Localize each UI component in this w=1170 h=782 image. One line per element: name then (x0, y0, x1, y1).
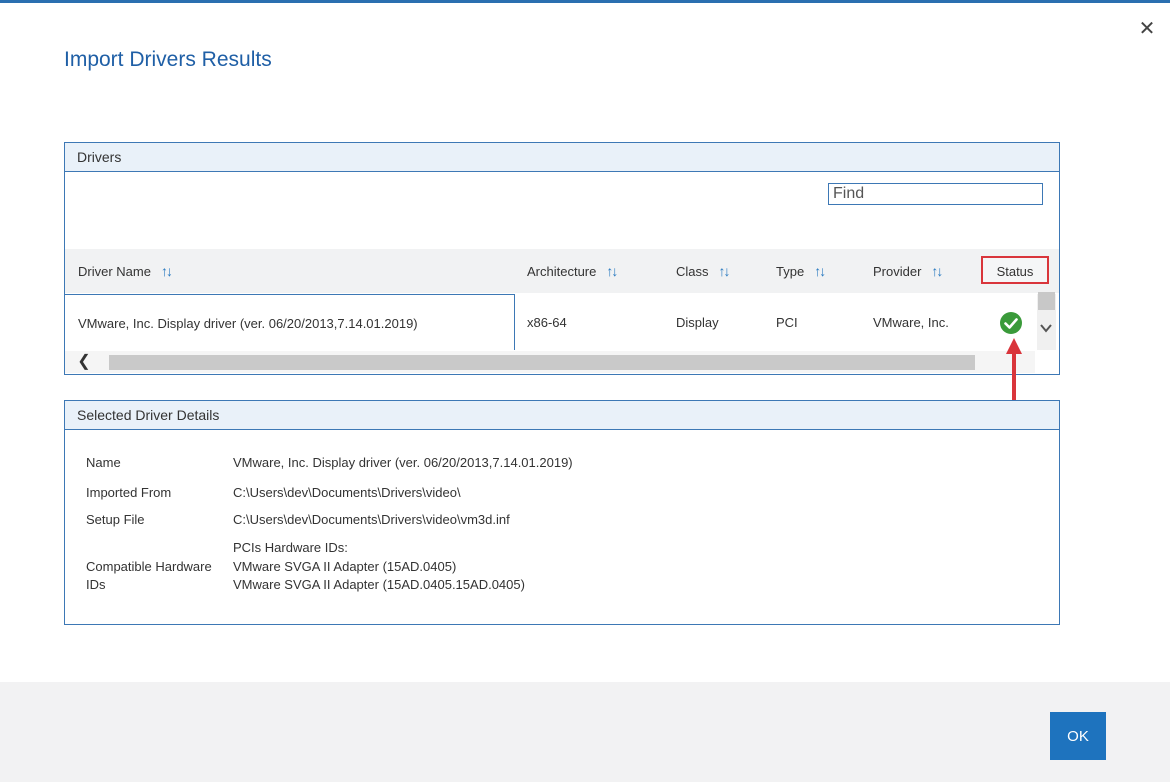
check-circle-icon (1000, 312, 1022, 334)
detail-value: VMware SVGA II Adapter (15AD.0405.15AD.0… (233, 577, 525, 592)
top-accent-bar (0, 0, 1170, 3)
architecture-cell: x86-64 (527, 315, 567, 330)
sort-icon[interactable]: ↑↓ (814, 249, 826, 293)
horizontal-scrollbar[interactable]: ❮ (65, 351, 1035, 373)
class-cell: Display (676, 315, 719, 330)
find-input[interactable] (828, 183, 1043, 205)
vertical-scrollbar-thumb[interactable] (1038, 292, 1055, 310)
drivers-panel: Drivers Driver Name↑↓ Architecture↑↓ Cla… (64, 142, 1060, 375)
drivers-panel-header: Drivers (65, 143, 1059, 172)
sort-icon[interactable]: ↑↓ (161, 249, 173, 293)
detail-label: Setup File (86, 512, 145, 527)
column-header-status[interactable]: Status (981, 256, 1049, 284)
detail-value: C:\Users\dev\Documents\Drivers\video\ (233, 485, 461, 500)
column-header-provider[interactable]: Provider ↑↓ (873, 249, 943, 293)
type-cell: PCI (776, 315, 798, 330)
sort-icon[interactable]: ↑↓ (931, 249, 943, 293)
detail-value: C:\Users\dev\Documents\Drivers\video\vm3… (233, 512, 510, 527)
close-icon[interactable]: ✕ (1136, 18, 1158, 40)
details-panel: Selected Driver Details Name VMware, Inc… (64, 400, 1060, 625)
detail-label: Imported From (86, 485, 172, 500)
detail-label: Name (86, 455, 121, 470)
sort-icon[interactable]: ↑↓ (606, 249, 618, 293)
column-header-driver-name[interactable]: Driver Name ↑↓ (78, 249, 173, 293)
detail-label: Compatible Hardware (86, 559, 212, 574)
table-header-row: Driver Name ↑↓ Architecture ↑↓ Class ↑↓ Typ… (65, 249, 1059, 293)
chevron-down-icon[interactable] (1039, 321, 1053, 335)
dialog-footer (0, 682, 1170, 782)
detail-value: VMware SVGA II Adapter (15AD.0405) (233, 559, 457, 574)
chevron-left-icon[interactable]: ❮ (75, 353, 93, 371)
vertical-scrollbar[interactable] (1037, 292, 1056, 350)
dialog-title: Import Drivers Results (64, 48, 272, 71)
driver-name-cell: VMware, Inc. Display driver (ver. 06/20/… (65, 294, 515, 350)
provider-cell: VMware, Inc. (873, 315, 949, 330)
detail-label: IDs (86, 577, 106, 592)
annotation-arrow (1006, 338, 1022, 400)
ok-button[interactable]: OK (1050, 712, 1106, 760)
column-header-type[interactable]: Type ↑↓ (776, 249, 826, 293)
column-header-architecture[interactable]: Architecture ↑↓ (527, 249, 618, 293)
sort-icon[interactable]: ↑↓ (719, 249, 731, 293)
detail-value: VMware, Inc. Display driver (ver. 06/20/… (233, 455, 573, 470)
table-row[interactable]: VMware, Inc. Display driver (ver. 06/20/… (65, 294, 1059, 350)
detail-value: PCIs Hardware IDs: (233, 540, 348, 555)
details-panel-header: Selected Driver Details (65, 401, 1059, 430)
column-header-class[interactable]: Class ↑↓ (676, 249, 731, 293)
horizontal-scrollbar-thumb[interactable] (109, 355, 975, 370)
